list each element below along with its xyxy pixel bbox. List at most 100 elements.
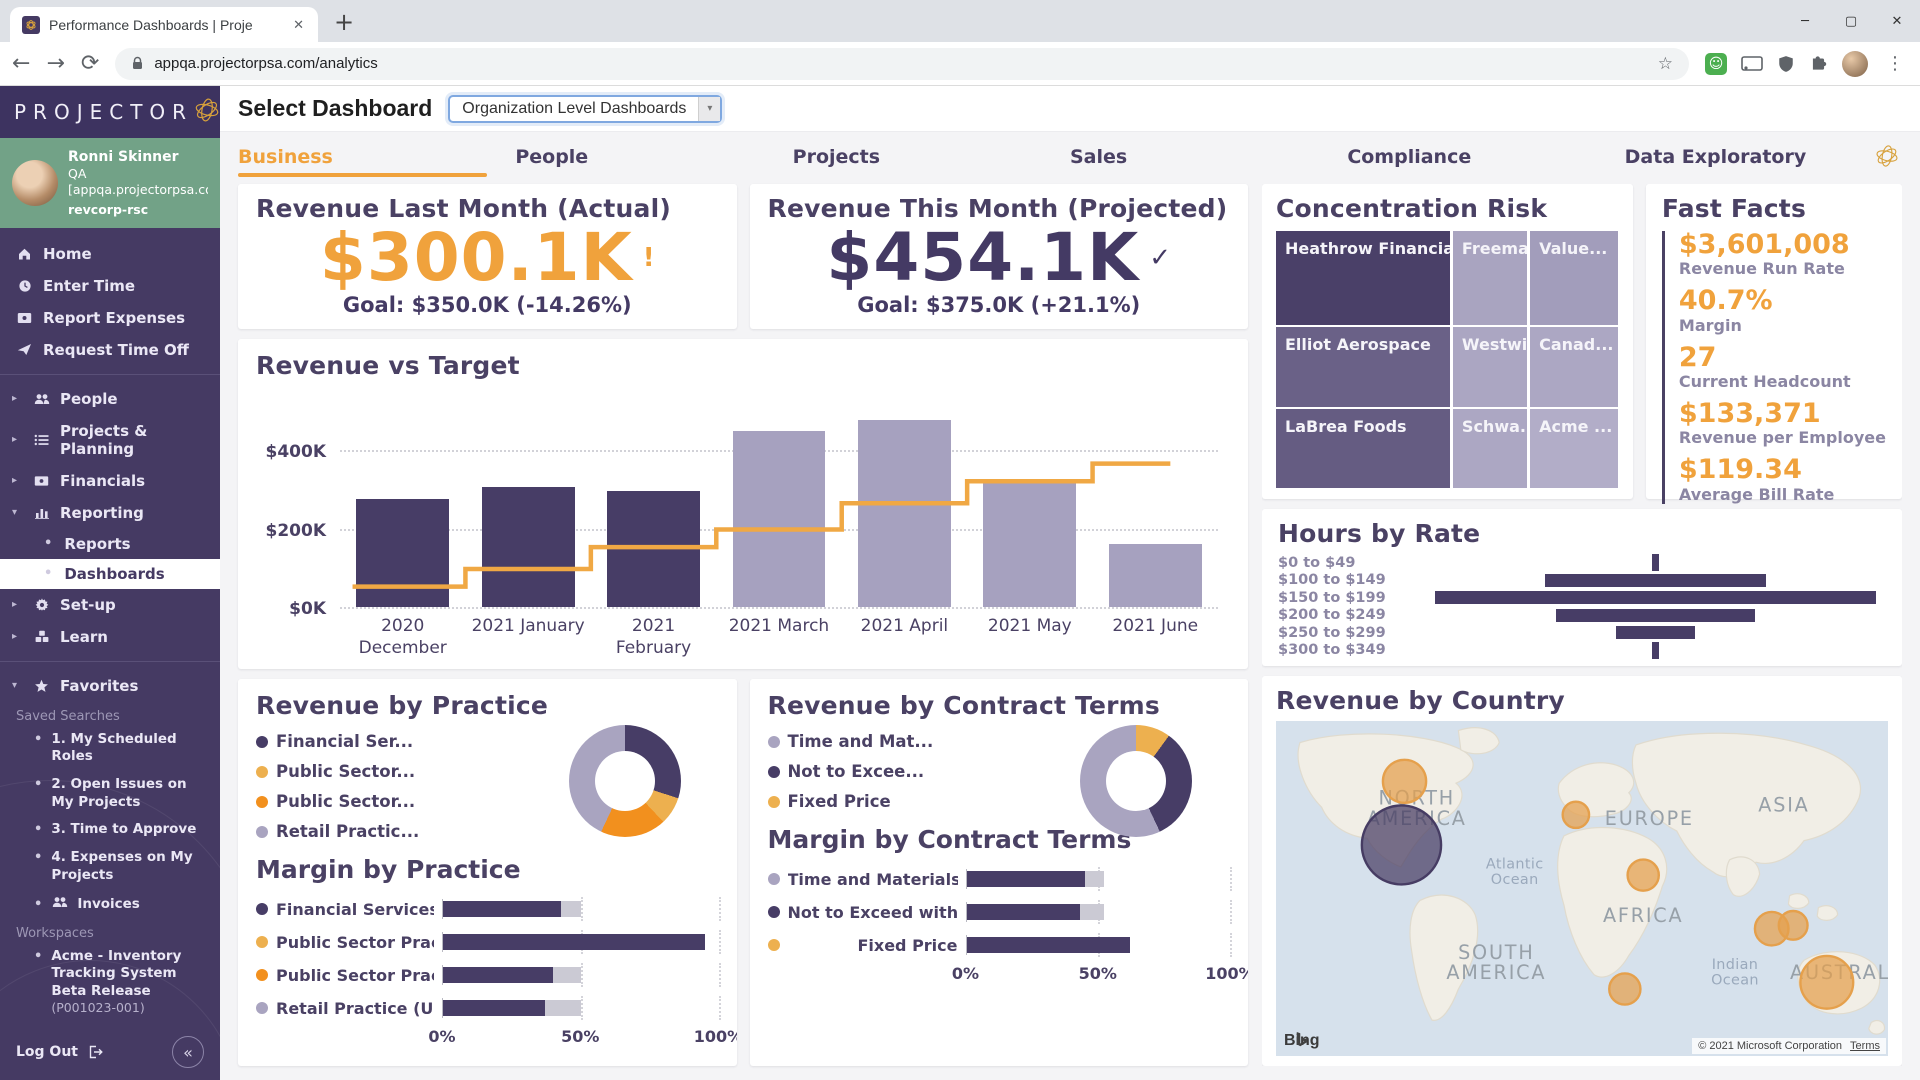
sidebar-item-report-expenses[interactable]: Report Expenses	[0, 302, 220, 334]
treemap-cell-elliot-aerospace[interactable]: Elliot Aerospace	[1276, 327, 1450, 407]
sidebar-item-acme-inventory-tracking-system-beta-release[interactable]: •Acme - Inventory Tracking System Beta R…	[0, 943, 220, 1023]
sidebar-item-label: Request Time Off	[43, 341, 189, 359]
tab-people[interactable]: People	[515, 132, 792, 182]
forward-button[interactable]: →	[46, 53, 64, 75]
logout-button[interactable]: Log Out	[16, 1044, 104, 1060]
chevron-down-icon[interactable]: ▾	[12, 507, 23, 518]
sidebar-item-projects-planning[interactable]: ▸Projects & Planning	[0, 415, 220, 465]
hours-track	[1406, 642, 1886, 660]
app-logo[interactable]: PROJECTOR	[0, 86, 220, 138]
refresh-button[interactable]: ⟳	[81, 53, 99, 75]
gridline	[1230, 933, 1232, 957]
dashboard-select[interactable]: Organization Level Dashboards ▾	[448, 95, 722, 123]
treemap-cell-acme[interactable]: Acme ...	[1530, 409, 1618, 488]
revenue-bubble[interactable]	[1779, 911, 1808, 940]
revenue-bubble[interactable]	[1800, 956, 1853, 1009]
cast-icon[interactable]	[1741, 55, 1763, 73]
tab-compliance[interactable]: Compliance	[1347, 132, 1624, 182]
window-minimize-button[interactable]: ─	[1782, 0, 1828, 42]
revenue-bubble[interactable]	[1609, 973, 1640, 1004]
browser-tab[interactable]: Performance Dashboards | Proje ✕	[10, 7, 318, 42]
padlock-icon	[131, 56, 144, 71]
bing-logo[interactable]: Bing	[1284, 1032, 1320, 1050]
fast-facts-list: $3,601,008Revenue Run Rate40.7%Margin27C…	[1662, 231, 1886, 504]
alert-flag-icon: !	[643, 243, 655, 273]
margin-bar-track	[442, 899, 719, 919]
new-tab-button[interactable]: +	[334, 10, 354, 34]
tab-label: Projects	[793, 146, 880, 168]
treemap-cell-canad[interactable]: Canad...	[1530, 327, 1618, 407]
tab-projects[interactable]: Projects	[793, 132, 1070, 182]
browser-menu-icon[interactable]: ⋮	[1882, 53, 1908, 74]
shield-icon[interactable]	[1777, 54, 1795, 74]
sidebar-item-set-up[interactable]: ▸Set-up	[0, 589, 220, 621]
extensions-puzzle-icon[interactable]	[1809, 54, 1828, 73]
user-panel[interactable]: Ronni Skinner QA [appqa.projectorpsa.com…	[0, 138, 220, 228]
treemap-cell-labrea-foods[interactable]: LaBrea Foods	[1276, 409, 1450, 488]
chevron-right-icon[interactable]: ▸	[12, 475, 23, 486]
sidebar-collapse-button[interactable]: «	[172, 1036, 204, 1068]
back-button[interactable]: ←	[12, 53, 30, 75]
chart-icon	[33, 505, 50, 520]
hours-bar	[1616, 626, 1695, 639]
chevron-down-icon[interactable]: ▾	[698, 97, 720, 121]
treemap-cell-value[interactable]: Value...	[1530, 231, 1618, 325]
sidebar-item-dashboards[interactable]: •Dashboards	[0, 559, 220, 589]
sidebar-divider	[0, 661, 220, 662]
hours-bar	[1652, 642, 1659, 659]
tab-close-icon[interactable]: ✕	[291, 15, 306, 35]
sidebar-item-1-my-scheduled-roles[interactable]: •1. My Scheduled Roles	[0, 726, 220, 771]
url-text[interactable]: appqa.projectorpsa.com/analytics	[154, 55, 1647, 72]
sidebar-item-reports[interactable]: •Reports	[0, 529, 220, 559]
window-close-button[interactable]: ✕	[1874, 0, 1920, 42]
bullet-icon: •	[44, 536, 52, 551]
tab-sales[interactable]: Sales	[1070, 132, 1347, 182]
sidebar-item-reporting[interactable]: ▾Reporting	[0, 497, 220, 529]
hours-by-rate-chart: $0 to $49$100 to $149$150 to $199$200 to…	[1278, 554, 1886, 659]
sidebar-item-people[interactable]: ▸ People	[0, 383, 220, 415]
sidebar-item-2-open-issues-on-my-projects[interactable]: •2. Open Issues on My Projects	[0, 771, 220, 816]
revenue-bubble[interactable]	[1362, 805, 1441, 884]
revenue-by-country-card: Revenue by Country NORTHAMERICAEUROPEASI…	[1262, 676, 1902, 1066]
sidebar-item-home[interactable]: Home	[0, 238, 220, 270]
window-maximize-button[interactable]: ▢	[1828, 0, 1874, 42]
sidebar-item-invoices[interactable]: •Invoices	[0, 889, 220, 918]
address-bar[interactable]: appqa.projectorpsa.com/analytics ☆	[115, 48, 1689, 80]
fast-fact-value: 27	[1679, 344, 1886, 372]
sidebar-item-financials[interactable]: ▸Financials	[0, 465, 220, 497]
revenue-bubble[interactable]	[1628, 860, 1659, 891]
sidebar-item-3-time-to-approve[interactable]: •3. Time to Approve	[0, 816, 220, 844]
sidebar-item-4-expenses-on-my-projects[interactable]: •4. Expenses on My Projects	[0, 844, 220, 889]
hours-track	[1406, 607, 1886, 625]
bookmark-star-icon[interactable]: ☆	[1658, 54, 1673, 74]
treemap-cell-schwa[interactable]: Schwa...	[1453, 409, 1527, 488]
map-terms-link[interactable]: Terms	[1850, 1040, 1880, 1052]
tab-data-exploratory[interactable]: Data Exploratory	[1625, 132, 1902, 182]
sidebar-item-request-time-off[interactable]: Request Time Off	[0, 334, 220, 366]
sidebar-item-favorites[interactable]: ▾Favorites	[0, 670, 220, 702]
revenue-bubble[interactable]	[1563, 802, 1589, 828]
chart-title: Revenue by Contract Terms	[768, 691, 1231, 720]
treemap-cell-freema[interactable]: Freema...	[1453, 231, 1527, 325]
margin-row-label: Public Sector Prac...	[276, 966, 434, 985]
sidebar-item-enter-time[interactable]: Enter Time	[0, 270, 220, 302]
sidebar-item-label: Acme - Inventory Tracking System Beta Re…	[51, 948, 204, 1018]
x-axis-tick-label: 100%	[694, 1027, 737, 1046]
revenue-bubble[interactable]	[1383, 760, 1426, 803]
chevron-right-icon[interactable]: ▸	[12, 599, 23, 610]
world-map[interactable]: NORTHAMERICAEUROPEASIAAFRICASOUTHAMERICA…	[1276, 721, 1888, 1056]
sidebar-item-learn[interactable]: ▸Learn	[0, 621, 220, 653]
map-region-label: AFRICA	[1603, 904, 1683, 927]
chevron-right-icon[interactable]: ▸	[12, 393, 23, 404]
card-title: Fast Facts	[1662, 194, 1886, 223]
workspace-code: (P001023-001)	[51, 1000, 144, 1015]
sidebar-item-label: People	[60, 390, 118, 408]
tab-business[interactable]: Business	[238, 132, 515, 182]
treemap-cell-westwi[interactable]: Westwi...	[1453, 327, 1527, 407]
browser-profile-avatar[interactable]	[1842, 51, 1868, 77]
treemap-cell-heathrow-financial-g[interactable]: Heathrow Financial G...	[1276, 231, 1450, 325]
chevron-right-icon[interactable]: ▸	[12, 631, 23, 642]
chevron-down-icon[interactable]: ▾	[12, 680, 23, 691]
chevron-right-icon[interactable]: ▸	[12, 434, 23, 445]
extension-smiley-icon[interactable]: ☺	[1705, 53, 1727, 75]
